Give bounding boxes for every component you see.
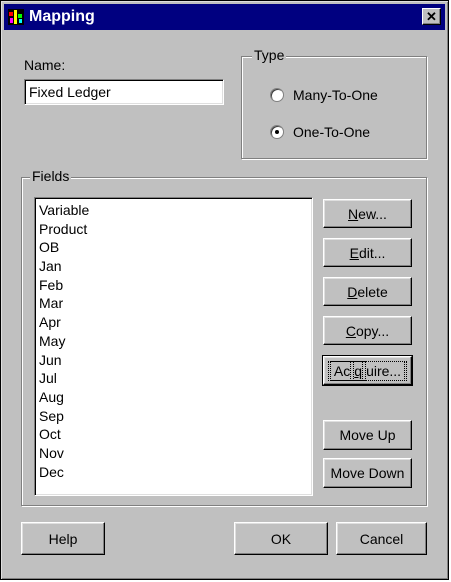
delete-button-accel: D: [347, 283, 358, 300]
type-group-caption: Type: [252, 47, 287, 63]
cancel-button[interactable]: Cancel: [336, 522, 427, 555]
name-input[interactable]: [24, 79, 224, 105]
move-up-button[interactable]: Move Up: [323, 420, 412, 450]
close-icon: ✕: [426, 9, 437, 24]
new-button-label: New...: [348, 206, 387, 222]
acquire-button-pre: Ac: [329, 360, 355, 381]
acquire-button-label: Ac q uire...: [327, 360, 408, 381]
radio-many-to-one-dot: [270, 88, 284, 102]
edit-button-accel: E: [349, 244, 359, 261]
new-button[interactable]: New...: [323, 199, 412, 228]
acquire-button[interactable]: Ac q uire...: [322, 355, 413, 386]
radio-one-to-one[interactable]: One-To-One: [270, 124, 370, 140]
radio-one-to-one-dot: [270, 125, 284, 139]
edit-button-label: Edit...: [350, 245, 386, 261]
move-down-button-label: Move Down: [330, 465, 405, 481]
radio-many-to-one[interactable]: Many-To-One: [270, 87, 378, 103]
copy-button-accel: C: [345, 322, 356, 339]
radio-many-to-one-label: Many-To-One: [293, 87, 378, 103]
list-item[interactable]: Oct: [39, 425, 308, 444]
new-button-rest: ew...: [358, 205, 387, 222]
list-item[interactable]: Apr: [39, 313, 308, 332]
list-item[interactable]: Jan: [39, 257, 308, 276]
list-item[interactable]: Variable: [39, 201, 308, 220]
type-group: [241, 56, 427, 159]
list-item[interactable]: OB: [39, 238, 308, 257]
title-bar[interactable]: Mapping ✕: [4, 4, 445, 30]
list-item[interactable]: Aug: [39, 388, 308, 407]
delete-button-rest: elete: [357, 283, 388, 300]
list-item[interactable]: Sep: [39, 407, 308, 426]
help-button[interactable]: Help: [21, 522, 105, 555]
move-down-button[interactable]: Move Down: [323, 458, 412, 488]
close-button[interactable]: ✕: [422, 8, 441, 25]
acquire-button-rest: uire...: [362, 360, 406, 381]
edit-button[interactable]: Edit...: [323, 238, 412, 267]
app-icon: [8, 9, 24, 25]
new-button-accel: N: [348, 205, 359, 222]
list-item[interactable]: Feb: [39, 276, 308, 295]
list-item[interactable]: Mar: [39, 294, 308, 313]
list-item[interactable]: Nov: [39, 444, 308, 463]
copy-button[interactable]: Copy...: [323, 316, 412, 345]
list-item[interactable]: Product: [39, 220, 308, 239]
copy-button-label: Copy...: [346, 323, 389, 339]
help-button-label: Help: [48, 530, 78, 547]
list-item[interactable]: May: [39, 332, 308, 351]
copy-button-rest: opy...: [355, 322, 390, 339]
radio-one-to-one-label: One-To-One: [293, 124, 371, 140]
fields-group-caption: Fields: [30, 168, 72, 184]
delete-button[interactable]: Delete: [323, 277, 412, 306]
acquire-button-accel: q: [350, 360, 367, 381]
ok-button[interactable]: OK: [234, 522, 328, 555]
ok-button-label: OK: [270, 530, 292, 547]
fields-listbox[interactable]: Variable Product OB Jan Feb Mar Apr May …: [34, 197, 313, 496]
cancel-button-label: Cancel: [359, 530, 404, 547]
mapping-dialog: Mapping ✕ Name: Type Many-To-One One-To-…: [0, 0, 449, 580]
list-item[interactable]: Jul: [39, 369, 308, 388]
edit-button-rest: dit...: [358, 244, 386, 261]
name-label: Name:: [24, 57, 66, 73]
window-title: Mapping: [29, 8, 95, 25]
delete-button-label: Delete: [347, 284, 387, 300]
list-item[interactable]: Dec: [39, 463, 308, 482]
move-up-button-label: Move Up: [339, 427, 396, 443]
list-item[interactable]: Jun: [39, 351, 308, 370]
